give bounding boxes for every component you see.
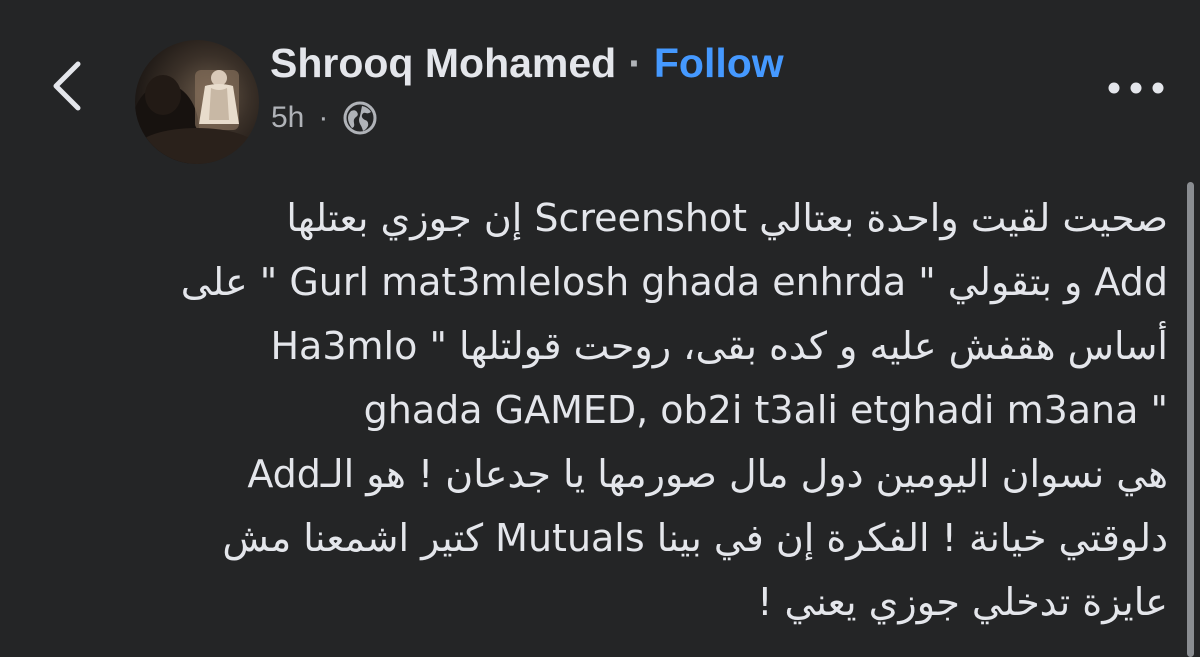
post-text: صحيت لقيت واحدة بعتالي Screenshot إن جوز… — [50, 186, 1168, 646]
post-text-line: Add و بتقولي " Gurl mat3mlelosh ghada en… — [180, 260, 1168, 304]
profile-photo — [135, 70, 257, 164]
post-text-line: " ghada GAMED, ob2i t3ali etghadi m3ana — [363, 388, 1168, 432]
post-timestamp[interactable]: 5h — [271, 101, 304, 135]
post-text-line: دلوقتي خيانة ! الفكرة إن في بينا Mutuals… — [222, 516, 1168, 560]
post-text-line: عايزة تدخلي جوزي يعني ! — [757, 580, 1168, 624]
separator-dot: · — [628, 39, 642, 86]
scrollbar[interactable] — [1187, 182, 1194, 657]
meta-separator-dot: · — [318, 101, 329, 134]
post-text-line: أساس هقفش عليه و كده بقى، روحت قولتلها "… — [270, 324, 1168, 368]
ellipsis-icon — [1104, 81, 1168, 100]
author-name[interactable]: Shrooq Mohamed — [270, 40, 616, 87]
post-text-line: صحيت لقيت واحدة بعتالي Screenshot إن جوز… — [286, 196, 1168, 240]
post-text-line: هي نسوان اليومين دول مال صورمها يا جدعان… — [247, 452, 1168, 496]
follow-button[interactable]: Follow — [654, 40, 784, 87]
back-button[interactable] — [40, 50, 92, 126]
chevron-left-icon — [48, 58, 84, 119]
avatar[interactable] — [135, 40, 259, 164]
more-options-button[interactable] — [1100, 76, 1172, 104]
globe-icon[interactable] — [342, 100, 378, 136]
